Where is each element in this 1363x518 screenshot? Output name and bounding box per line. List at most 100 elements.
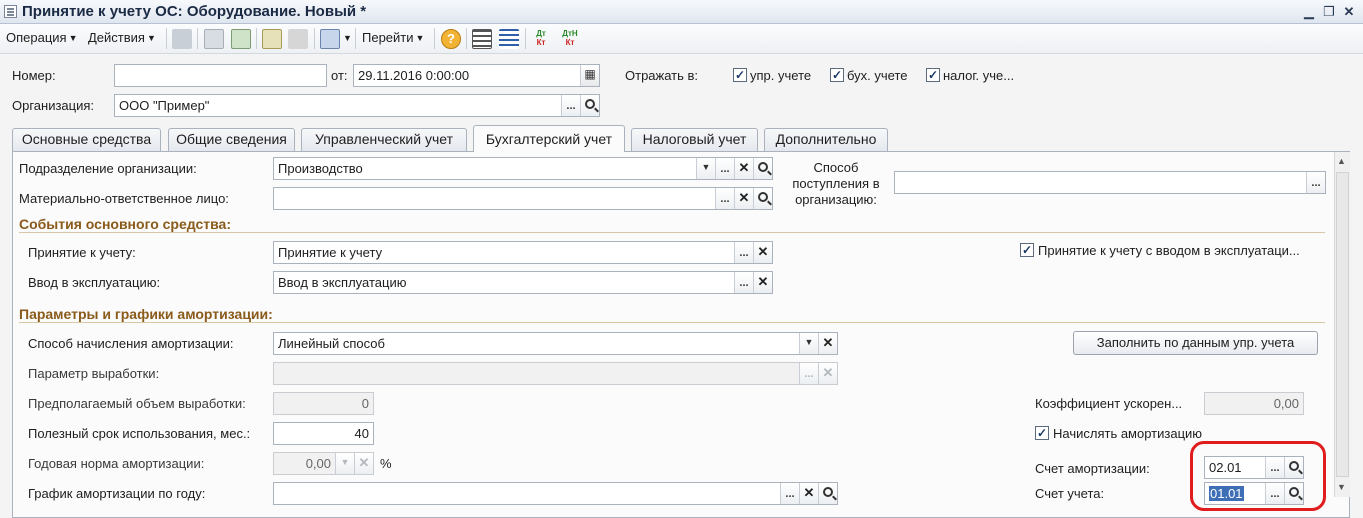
reflect-accounting-label: бух. учете <box>847 68 908 83</box>
debit-credit-tax-icon[interactable]: ДтН Кт <box>560 29 580 49</box>
vertical-scrollbar[interactable]: ▲ ▼ <box>1334 152 1350 497</box>
commissioning-field[interactable]: Ввод в эксплуатацию ... ✕ <box>273 271 773 294</box>
chevron-down-icon[interactable]: ▼ <box>696 158 715 179</box>
division-field[interactable]: Производство ▼ ... ✕ <box>273 157 773 180</box>
fill-from-management-button[interactable]: Заполнить по данным упр. учета <box>1073 331 1318 355</box>
calendar-icon[interactable]: ▦ <box>580 65 599 86</box>
help-icon[interactable]: ? <box>441 29 461 49</box>
acceptance-with-commissioning-checkbox[interactable]: ✓ <box>1020 243 1034 257</box>
toolbar-separator <box>166 28 167 49</box>
method-value: Линейный способ <box>278 336 385 351</box>
reflect-accounting-checkbox[interactable]: ✓ <box>830 68 844 82</box>
clear-icon[interactable]: ✕ <box>799 483 818 504</box>
search-icon[interactable] <box>753 188 772 209</box>
date-value: 29.11.2016 0:00:00 <box>358 68 470 83</box>
events-group-divider <box>19 232 1325 233</box>
date-label: от: <box>331 68 348 83</box>
operation-menu[interactable]: Операция ▼ <box>6 30 78 45</box>
commissioning-label: Ввод в эксплуатацию: <box>28 275 161 290</box>
reflect-tax-checkbox[interactable]: ✓ <box>926 68 940 82</box>
clear-icon[interactable]: ✕ <box>818 333 837 354</box>
tab-additional[interactable]: Дополнительно <box>764 128 888 151</box>
scroll-up-icon[interactable]: ▲ <box>1337 156 1346 166</box>
restore-icon[interactable]: ❐ <box>1320 3 1338 20</box>
select-dots-icon[interactable]: ... <box>799 363 818 384</box>
structure-dropdown[interactable]: ▼ <box>341 30 352 45</box>
checklist-icon[interactable] <box>499 29 519 49</box>
minimize-icon[interactable]: ▁ <box>1300 3 1318 20</box>
receipt-method-label: Способ поступления в организацию: <box>792 160 880 207</box>
tab-general-info[interactable]: Общие сведения <box>168 128 295 151</box>
delete-icon[interactable] <box>288 29 308 49</box>
document-icon <box>4 5 17 18</box>
goto-menu-label: Перейти <box>362 30 414 45</box>
division-label: Подразделение организации: <box>19 161 197 176</box>
reflect-tax-label: налог. уче... <box>943 68 1015 83</box>
select-dots-icon[interactable]: ... <box>715 188 734 209</box>
reflect-management-label: упр. учете <box>750 68 812 83</box>
copy-icon[interactable] <box>262 29 282 49</box>
goto-menu[interactable]: Перейти ▼ <box>362 30 424 45</box>
date-field[interactable]: 29.11.2016 0:00:00 ▦ <box>353 64 600 87</box>
schedule-field[interactable]: ... ✕ <box>273 482 838 505</box>
method-field[interactable]: Линейный способ ▼ ✕ <box>273 332 838 355</box>
responsible-field[interactable]: ... ✕ <box>273 187 773 210</box>
clear-icon[interactable]: ✕ <box>354 453 373 474</box>
tab-tax-accounting[interactable]: Налоговый учет <box>631 128 758 151</box>
refresh-icon[interactable] <box>231 29 251 49</box>
post-document-icon[interactable] <box>172 29 192 49</box>
annual-rate-field[interactable]: 0,00 ▼ ✕ <box>273 452 374 475</box>
actions-menu[interactable]: Действия ▼ <box>88 30 156 45</box>
select-dots-icon[interactable]: ... <box>734 242 753 263</box>
scroll-thumb[interactable] <box>1336 172 1349 477</box>
title-bar: Принятие к учету ОС: Оборудование. Новый… <box>0 0 1363 24</box>
debit-credit-icon[interactable]: Дт Кт <box>531 29 551 49</box>
clear-icon[interactable]: ✕ <box>753 272 772 293</box>
annual-rate-label: Годовая норма амортизации: <box>28 456 205 471</box>
select-dots-icon[interactable]: ... <box>780 483 799 504</box>
receipt-method-field[interactable]: ... <box>894 171 1326 194</box>
search-icon[interactable] <box>818 483 837 504</box>
select-dots-icon[interactable]: ... <box>561 95 580 116</box>
scroll-down-icon[interactable]: ▼ <box>1337 482 1346 492</box>
number-field[interactable] <box>114 64 327 87</box>
search-icon[interactable] <box>580 95 599 116</box>
select-dots-icon[interactable]: ... <box>734 272 753 293</box>
clear-icon[interactable]: ✕ <box>753 242 772 263</box>
accrue-depreciation-label: Начислять амортизацию <box>1053 426 1203 441</box>
depr-account-label: Счет амортизации: <box>1035 461 1150 476</box>
highlight-ring <box>1190 441 1326 511</box>
clear-icon[interactable]: ✕ <box>818 363 837 384</box>
actions-menu-label: Действия <box>88 30 145 45</box>
select-dots-icon[interactable]: ... <box>1306 172 1325 193</box>
list-icon[interactable] <box>472 29 492 49</box>
chevron-down-icon: ▼ <box>415 33 425 43</box>
organization-label: Организация: <box>12 98 95 113</box>
select-dots-icon[interactable]: ... <box>715 158 734 179</box>
chevron-down-icon: ▼ <box>343 33 352 43</box>
events-group-title: События основного средства: <box>19 216 231 232</box>
tab-management-accounting[interactable]: Управленческий учет <box>301 128 467 151</box>
output-param-field[interactable]: ... ✕ <box>273 362 838 385</box>
clear-icon[interactable]: ✕ <box>734 158 753 179</box>
acceleration-field[interactable]: 0,00 <box>1204 392 1304 415</box>
search-icon[interactable] <box>753 158 772 179</box>
tab-fixed-assets[interactable]: Основные средства <box>12 128 161 151</box>
save-icon[interactable] <box>204 29 224 49</box>
accrue-depreciation-checkbox[interactable]: ✓ <box>1035 426 1049 440</box>
tab-accounting[interactable]: Бухгалтерский учет <box>473 125 625 152</box>
reflect-label: Отражать в: <box>625 68 699 83</box>
acceptance-with-commissioning-label: Принятие к учету с вводом в эксплуатаци.… <box>1038 243 1300 258</box>
organization-field[interactable]: ООО "Пример" ... <box>114 94 600 117</box>
chevron-down-icon[interactable]: ▼ <box>335 453 354 474</box>
useful-life-field[interactable]: 40 <box>273 422 374 445</box>
structure-icon[interactable] <box>320 29 340 49</box>
chevron-down-icon[interactable]: ▼ <box>799 333 818 354</box>
acceptance-field[interactable]: Принятие к учету ... ✕ <box>273 241 773 264</box>
reflect-management-checkbox[interactable]: ✓ <box>733 68 747 82</box>
responsible-label: Материально-ответственное лицо: <box>19 191 229 206</box>
toolbar-separator <box>355 28 356 49</box>
expected-volume-field[interactable]: 0 <box>273 392 374 415</box>
close-icon[interactable]: ✕ <box>1340 3 1358 20</box>
clear-icon[interactable]: ✕ <box>734 188 753 209</box>
